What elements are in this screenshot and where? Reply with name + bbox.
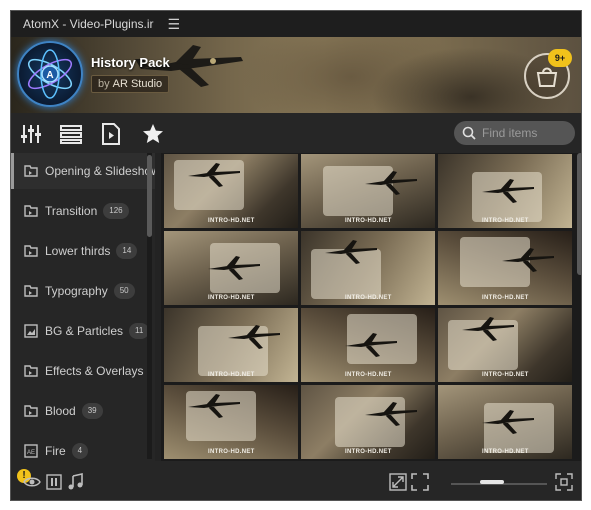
watermark-text: INTRO-HD.NET (482, 449, 529, 455)
warplane-silhouette-icon (482, 179, 534, 203)
folder-media-icon (24, 405, 38, 417)
sidebar-item-effects-overlays[interactable]: Effects & Overlays (11, 353, 155, 389)
template-thumbnail[interactable]: INTRO-HD.NET (438, 385, 572, 459)
item-count-badge: 4 (71, 443, 89, 459)
warplane-silhouette-icon (228, 325, 280, 349)
pack-banner: A History Pack by AR Studio 9+ (11, 37, 581, 113)
folder-media-icon (24, 285, 38, 297)
warplane-silhouette-icon (188, 394, 240, 418)
sidebar-item-opening-slideshow[interactable]: Opening & Slideshow (11, 153, 155, 189)
sidebar-item-label: Transition (45, 204, 98, 218)
title-bar: AtomX - Video-Plugins.ir ☰ (11, 11, 581, 37)
svg-text:AE: AE (27, 450, 35, 456)
search-icon (462, 126, 476, 140)
watermark-text: INTRO-HD.NET (345, 372, 392, 378)
atom-icon: A (27, 49, 73, 99)
search-input[interactable] (482, 123, 572, 143)
template-thumbnail[interactable]: INTRO-HD.NET (164, 154, 298, 228)
pack-author-tag: by AR Studio (91, 75, 170, 93)
template-thumbnail[interactable]: INTRO-HD.NET (301, 308, 435, 382)
image-file-icon (24, 324, 38, 338)
folder-media-icon (24, 365, 38, 377)
template-thumbnail[interactable]: INTRO-HD.NET (164, 385, 298, 459)
watermark-text: INTRO-HD.NET (208, 295, 255, 301)
svg-text:A: A (46, 70, 53, 81)
item-grid: INTRO-HD.NET INTRO-HD.NET INTRO-HD.NET INTR… (161, 153, 581, 461)
sidebar-item-label: Fire (45, 444, 66, 458)
expand-icon[interactable] (389, 473, 407, 491)
item-count-badge: 39 (81, 403, 103, 419)
template-thumbnail[interactable]: INTRO-HD.NET (438, 154, 572, 228)
sidebar-item-blood[interactable]: Blood 39 (11, 393, 155, 429)
grid-scrollbar-thumb[interactable] (577, 153, 581, 275)
author-name: AR Studio (112, 78, 163, 90)
watermark-text: INTRO-HD.NET (345, 218, 392, 224)
watermark-text: INTRO-HD.NET (208, 372, 255, 378)
sidebar-item-label: Typography (45, 284, 108, 298)
warplane-silhouette-icon (365, 171, 417, 195)
zoom-slider-thumb[interactable] (479, 480, 504, 484)
watermark-text: INTRO-HD.NET (208, 218, 255, 224)
sidebar-item-label: Blood (45, 404, 76, 418)
sidebar-item-bg-particles[interactable]: BG & Particles 11 (11, 313, 155, 349)
watermark-text: INTRO-HD.NET (482, 295, 529, 301)
category-sidebar: Opening & Slideshow Transition 126 Lower… (11, 153, 155, 461)
warplane-silhouette-icon (365, 402, 417, 426)
warplane-silhouette-icon (325, 240, 377, 264)
template-thumbnail[interactable]: INTRO-HD.NET (438, 231, 572, 305)
bottom-bar: ! (11, 461, 581, 500)
ae-file-icon: AE (24, 444, 38, 458)
warplane-silhouette-icon (188, 163, 240, 187)
resize-icon[interactable] (555, 473, 573, 491)
sidebar-item-lower-thirds[interactable]: Lower thirds 14 (11, 233, 155, 269)
warplane-silhouette-icon (208, 256, 260, 280)
watermark-text: INTRO-HD.NET (208, 449, 255, 455)
sidebar-item-typography[interactable]: Typography 50 (11, 273, 155, 309)
atomx-window: AtomX - Video-Plugins.ir ☰ A History Pac… (10, 10, 582, 501)
fullscreen-icon[interactable] (411, 473, 429, 491)
sidebar-item-label: Effects & Overlays (45, 364, 144, 378)
sliders-icon[interactable] (19, 122, 43, 146)
template-thumbnail[interactable]: INTRO-HD.NET (301, 154, 435, 228)
list-view-icon[interactable] (59, 122, 83, 146)
template-thumbnail[interactable]: INTRO-HD.NET (301, 231, 435, 305)
item-count-badge: 50 (113, 283, 135, 299)
template-thumbnail[interactable]: INTRO-HD.NET (301, 385, 435, 459)
hamburger-icon[interactable]: ☰ (168, 16, 181, 33)
sidebar-scrollbar-thumb[interactable] (147, 155, 152, 237)
sidebar-item-label: Lower thirds (45, 244, 111, 258)
template-thumbnail[interactable]: INTRO-HD.NET (164, 308, 298, 382)
warplane-silhouette-icon (482, 410, 534, 434)
sidebar-item-transition[interactable]: Transition 126 (11, 193, 155, 229)
sidebar-item-label: Opening & Slideshow (45, 164, 155, 178)
item-count-badge: 14 (116, 243, 138, 259)
pack-title: History Pack (91, 55, 170, 70)
cart-count-badge: 9+ (548, 49, 572, 67)
media-file-icon[interactable] (99, 122, 123, 146)
atomx-logo: A (17, 41, 83, 107)
item-count-badge: 126 (103, 203, 129, 219)
eye-icon[interactable] (23, 473, 41, 491)
folder-media-icon (24, 205, 38, 217)
template-thumbnail[interactable]: INTRO-HD.NET (164, 231, 298, 305)
author-prefix: by (98, 78, 110, 90)
window-title: AtomX - Video-Plugins.ir (23, 17, 154, 31)
toolbar (11, 113, 581, 153)
watermark-text: INTRO-HD.NET (345, 295, 392, 301)
star-icon[interactable] (141, 122, 165, 146)
sidebar-item-label: BG & Particles (45, 324, 124, 338)
warplane-silhouette-icon (462, 317, 514, 341)
folder-media-icon (24, 245, 38, 257)
watermark-text: INTRO-HD.NET (345, 449, 392, 455)
folder-media-icon (24, 165, 38, 177)
sidebar-item-fire[interactable]: AE Fire 4 (11, 433, 155, 461)
pause-icon[interactable] (45, 473, 63, 491)
watermark-text: INTRO-HD.NET (482, 372, 529, 378)
watermark-text: INTRO-HD.NET (482, 218, 529, 224)
warplane-silhouette-icon (502, 248, 554, 272)
warplane-silhouette-icon (345, 333, 397, 357)
template-thumbnail[interactable]: INTRO-HD.NET (438, 308, 572, 382)
music-icon[interactable] (67, 473, 85, 491)
search-box[interactable] (454, 121, 575, 145)
